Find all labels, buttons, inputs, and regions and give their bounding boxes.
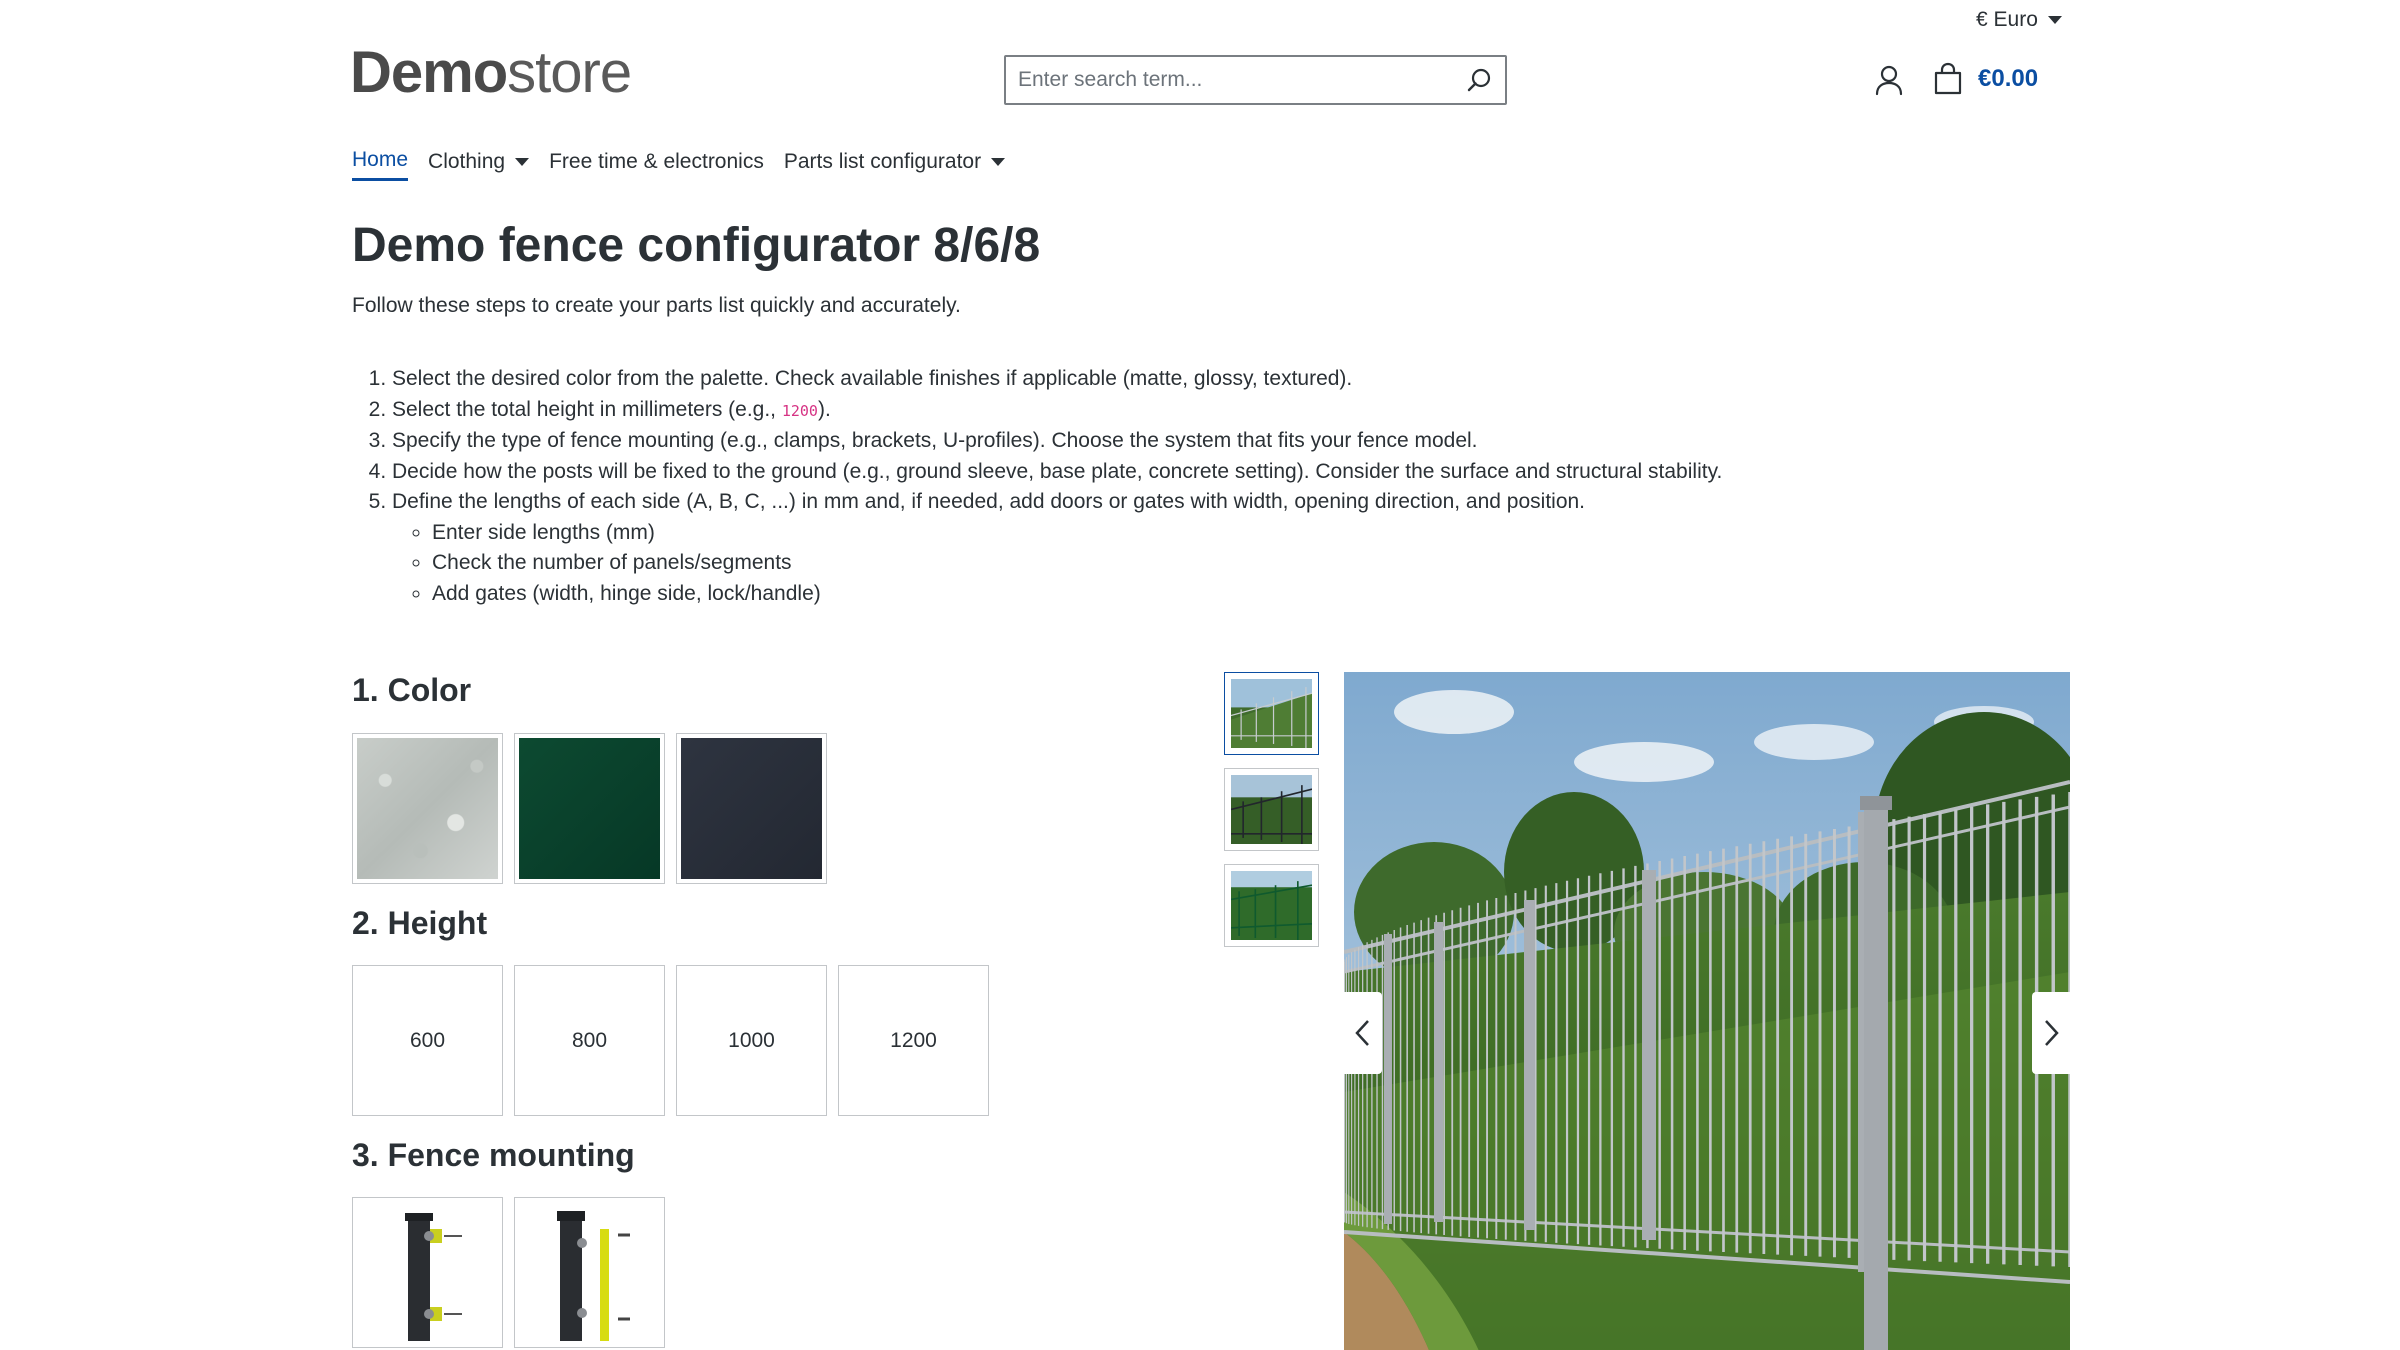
substep-item: Check the number of panels/segments xyxy=(432,548,1722,579)
color-section-title: 1. Color xyxy=(352,672,472,708)
code-example: 1200 xyxy=(781,401,818,420)
swatch-moss-green xyxy=(519,738,660,879)
cart-button[interactable]: €0.00 xyxy=(1932,62,2038,96)
height-section-title: 2. Height xyxy=(352,905,488,941)
height-option-1000[interactable]: 1000 xyxy=(676,965,827,1116)
page-intro: Follow these steps to create your parts … xyxy=(352,294,961,317)
currency-selector[interactable]: € Euro xyxy=(1976,8,2062,32)
swatch-galvanized xyxy=(357,738,498,879)
nav-item-clothing[interactable]: Clothing xyxy=(428,148,530,181)
chevron-right-icon xyxy=(2045,1020,2059,1046)
step-text: ). xyxy=(817,397,831,421)
nav-item-label: Home xyxy=(352,148,409,171)
shopping-bag-icon xyxy=(1934,62,1962,95)
search-icon xyxy=(1467,68,1490,92)
user-icon xyxy=(1875,65,1903,96)
product-image-gallery xyxy=(1344,672,2070,1350)
step-text: Select the total height in millimeters (… xyxy=(392,397,782,421)
nav-item-label: Parts list configurator xyxy=(783,149,982,173)
cart-total: €0.00 xyxy=(1978,65,2039,92)
step-item: Decide how the posts will be fixed to th… xyxy=(392,457,1722,488)
chevron-left-icon xyxy=(1355,1020,1369,1046)
search-input[interactable] xyxy=(1018,68,1465,92)
caret-down-icon xyxy=(515,157,530,166)
caret-down-icon xyxy=(991,157,1006,166)
gallery-prev-button[interactable] xyxy=(1344,992,1382,1074)
fence-anthracite-thumbnail xyxy=(1230,775,1313,844)
thumbnail-fence-anthracite[interactable] xyxy=(1224,768,1319,851)
fence-green-thumbnail xyxy=(1230,871,1313,940)
thumbnail-fence-galvanized[interactable] xyxy=(1224,672,1319,755)
instruction-steps: Select the desired color from the palett… xyxy=(392,364,1722,609)
color-option-galvanized[interactable] xyxy=(352,733,503,884)
color-option-anthracite[interactable] xyxy=(676,733,827,884)
main-navigation: Home Clothing Free time & electronics Pa… xyxy=(352,148,1006,181)
height-option-800[interactable]: 800 xyxy=(514,965,665,1116)
height-option-1200[interactable]: 1200 xyxy=(838,965,989,1116)
mounting-section-title: 3. Fence mounting xyxy=(352,1137,635,1173)
substep-item: Enter side lengths (mm) xyxy=(432,518,1722,549)
color-options xyxy=(352,733,827,884)
clamp-mounting-image xyxy=(404,1212,462,1341)
store-logo[interactable]: Demostore xyxy=(350,44,632,102)
page-title: Demo fence configurator 8/6/8 xyxy=(352,219,1041,272)
color-option-moss-green[interactable] xyxy=(514,733,665,884)
gallery-next-button[interactable] xyxy=(2032,992,2070,1074)
caret-down-icon xyxy=(2047,16,2062,24)
step-text: Define the lengths of each side (A, B, C… xyxy=(392,490,1586,513)
mounting-options xyxy=(352,1197,665,1348)
search-box xyxy=(1004,55,1507,105)
nav-item-label: Free time & electronics xyxy=(549,149,764,173)
step-item: Select the desired color from the palett… xyxy=(392,364,1722,395)
account-button[interactable] xyxy=(1874,64,1904,96)
step-item: Define the lengths of each side (A, B, C… xyxy=(392,487,1722,609)
logo-light-text: store xyxy=(507,40,632,105)
step-item: Select the total height in millimeters (… xyxy=(392,395,1722,427)
substep-item: Add gates (width, hinge side, lock/handl… xyxy=(432,579,1722,610)
swatch-anthracite xyxy=(681,738,822,879)
nav-item-parts-list-configurator[interactable]: Parts list configurator xyxy=(783,148,1006,181)
height-options: 600 800 1000 1200 xyxy=(352,965,989,1116)
u-profile-mounting-image xyxy=(556,1210,630,1341)
thumbnail-fence-green[interactable] xyxy=(1224,864,1319,947)
fence-galvanized-thumbnail xyxy=(1230,679,1313,748)
search-button[interactable] xyxy=(1465,65,1493,95)
nav-item-free-time-electronics[interactable]: Free time & electronics xyxy=(549,148,764,181)
logo-bold-text: Demo xyxy=(350,40,508,105)
mounting-option-u-profile[interactable] xyxy=(514,1197,665,1348)
fence-product-image xyxy=(1344,672,2070,1350)
nav-item-home[interactable]: Home xyxy=(352,148,409,181)
gallery-thumbnails xyxy=(1224,672,1319,947)
height-option-600[interactable]: 600 xyxy=(352,965,503,1116)
step-item: Specify the type of fence mounting (e.g.… xyxy=(392,426,1722,457)
substep-list: Enter side lengths (mm) Check the number… xyxy=(432,518,1722,610)
mounting-option-clamp[interactable] xyxy=(352,1197,503,1348)
currency-label: € Euro xyxy=(1976,8,2038,31)
nav-item-label: Clothing xyxy=(428,149,506,173)
